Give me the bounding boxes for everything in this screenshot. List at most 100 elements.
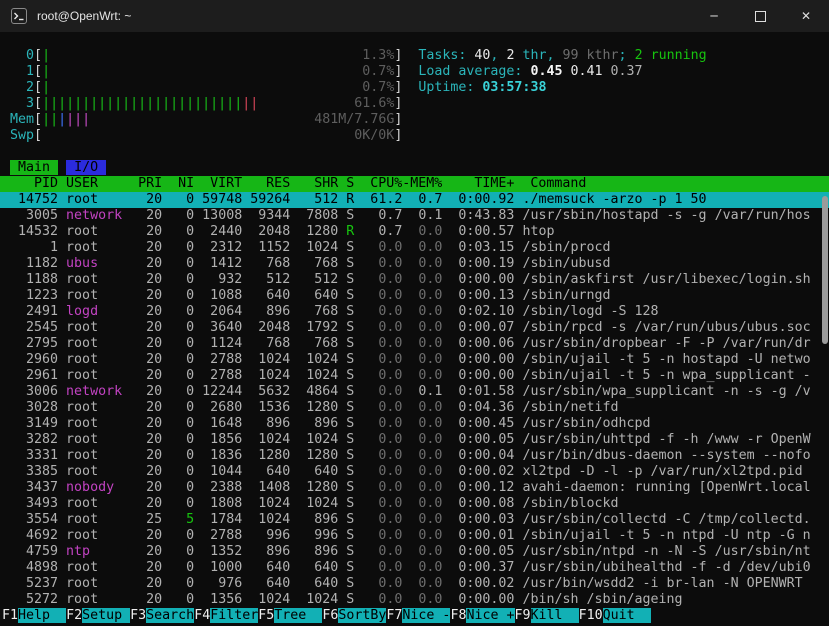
text	[58, 160, 66, 175]
meter-value: 481M/7.76G	[314, 112, 394, 127]
process-row-4759[interactable]: 4759 ntp 20 0 1352 896 896 S 0.0 0.0 0:0…	[0, 544, 829, 560]
text	[50, 64, 362, 79]
nice-cell: 0	[170, 592, 194, 607]
pid-cell: 5272	[2, 592, 66, 607]
text	[50, 48, 362, 63]
meter-bar: |||	[66, 112, 90, 127]
process-row-3005[interactable]: 3005 network 20 0 13008 9344 7808 S 0.7 …	[0, 208, 829, 224]
process-row-3385[interactable]: 3385 root 20 0 1044 640 640 S 0.0 0.0 0:…	[0, 464, 829, 480]
process-row-2795[interactable]: 2795 root 20 0 1124 768 768 S 0.0 0.0 0:…	[0, 336, 829, 352]
fkey-key: F4	[194, 608, 210, 623]
process-row-1188[interactable]: 1188 root 20 0 932 512 512 S 0.0 0.0 0:0…	[0, 272, 829, 288]
nice-cell: 5	[170, 512, 194, 527]
process-row-3493[interactable]: 3493 root 20 0 1808 1024 1024 S 0.0 0.0 …	[0, 496, 829, 512]
process-row-2491[interactable]: 2491 logd 20 0 2064 896 768 S 0.0 0.0 0:…	[0, 304, 829, 320]
fkey-key: F10	[579, 608, 603, 623]
tab-io[interactable]: I/O	[66, 160, 106, 175]
size-cells: 2064 896 768	[194, 304, 346, 319]
text	[2, 64, 26, 79]
process-row-1[interactable]: 1 root 20 0 2312 1152 1024 S 0.0 0.0 0:0…	[0, 240, 829, 256]
mem-pct-cell: 0.0	[402, 400, 442, 415]
size-cells: 2440 2048 1280	[194, 224, 346, 239]
user-cell: root	[66, 592, 138, 607]
command-cell: /sbin/askfirst /usr/libexec/login.sh	[522, 272, 810, 287]
process-row-3149[interactable]: 3149 root 20 0 1648 896 896 S 0.0 0.0 0:…	[0, 416, 829, 432]
fkey-f7[interactable]: F7Nice -	[386, 608, 450, 623]
fkey-f10[interactable]: F10Quit	[579, 608, 651, 623]
table-header[interactable]: PID USER PRI NI VIRT RES SHR S CPU%-MEM%…	[0, 176, 829, 192]
user-cell: root	[66, 416, 138, 431]
text	[2, 112, 10, 127]
pid-cell: 2795	[2, 336, 66, 351]
mem-pct-cell: 0.0	[402, 592, 442, 607]
process-row-3437[interactable]: 3437 nobody 20 0 2388 1408 1280 S 0.0 0.…	[0, 480, 829, 496]
fkey-f9[interactable]: F9Kill	[515, 608, 579, 623]
process-row-5237[interactable]: 5237 root 20 0 976 640 640 S 0.0 0.0 0:0…	[0, 576, 829, 592]
time-cell: 0:00.03	[442, 512, 522, 527]
process-row-14752[interactable]: 14752 root 20 0 59748 59264 512 R 61.2 0…	[0, 192, 829, 208]
minimize-button[interactable]: ─	[691, 0, 737, 32]
cpu-pct-cell: 0.0	[354, 432, 402, 447]
user-cell: root	[66, 400, 138, 415]
command-cell: ./memsuck -arzo -p 1 50	[522, 192, 706, 207]
fkey-f2[interactable]: F2Setup	[66, 608, 130, 623]
pri-cell: 20	[138, 480, 170, 495]
pri-cell: 20	[138, 464, 170, 479]
maximize-button[interactable]	[737, 0, 783, 32]
pri-cell: 20	[138, 448, 170, 463]
process-row-1223[interactable]: 1223 root 20 0 1088 640 640 S 0.0 0.0 0:…	[0, 288, 829, 304]
process-row-14532[interactable]: 14532 root 20 0 2440 2048 1280 R 0.7 0.0…	[0, 224, 829, 240]
user-cell: root	[66, 288, 138, 303]
close-button[interactable]: ✕	[783, 0, 829, 32]
cpu-meter-label: 1	[26, 64, 34, 79]
fkey-f4[interactable]: F4Filter	[194, 608, 258, 623]
pid-cell: 3437	[2, 480, 66, 495]
time-cell: 0:00.00	[442, 352, 522, 367]
time-cell: 0:00.19	[442, 256, 522, 271]
fkey-f1[interactable]: F1Help	[2, 608, 66, 623]
text	[2, 160, 10, 175]
time-cell: 0:00.02	[442, 464, 522, 479]
process-row-3282[interactable]: 3282 root 20 0 1856 1024 1024 S 0.0 0.0 …	[0, 432, 829, 448]
fkey-f5[interactable]: F5Tree	[258, 608, 322, 623]
time-cell: 0:00.00	[442, 368, 522, 383]
terminal[interactable]: 0[| 1.3%] Tasks: 40, 2 thr, 99 kthr; 2 r…	[0, 32, 829, 626]
pri-cell: 20	[138, 400, 170, 415]
size-cells: 1412 768 768	[194, 256, 346, 271]
process-row-3331[interactable]: 3331 root 20 0 1836 1280 1280 S 0.0 0.0 …	[0, 448, 829, 464]
process-row-2961[interactable]: 2961 root 20 0 2788 1024 1024 S 0.0 0.0 …	[0, 368, 829, 384]
command-cell: /usr/sbin/hostapd -s -g /var/run/hos	[522, 208, 810, 223]
mem-pct-cell: 0.0	[402, 352, 442, 367]
command-cell: xl2tpd -D -l -p /var/run/xl2tpd.pid	[522, 464, 802, 479]
fkey-f8[interactable]: F8Nice +	[450, 608, 514, 623]
pri-cell: 20	[138, 368, 170, 383]
fkey-f6[interactable]: F6SortBy	[322, 608, 386, 623]
pid-cell: 1182	[2, 256, 66, 271]
process-row-2960[interactable]: 2960 root 20 0 2788 1024 1024 S 0.0 0.0 …	[0, 352, 829, 368]
function-key-bar: F1Help F2Setup F3SearchF4FilterF5Tree F6…	[0, 608, 829, 624]
process-row-1182[interactable]: 1182 ubus 20 0 1412 768 768 S 0.0 0.0 0:…	[0, 256, 829, 272]
fkey-label: Tree	[274, 608, 322, 623]
size-cells: 1836 1280 1280	[194, 448, 346, 463]
fkey-f3[interactable]: F3Search	[130, 608, 194, 623]
process-row-3006[interactable]: 3006 network 20 0 12244 5632 4864 S 0.0 …	[0, 384, 829, 400]
process-row-3028[interactable]: 3028 root 20 0 2680 1536 1280 S 0.0 0.0 …	[0, 400, 829, 416]
cpu-meter-label: 0	[26, 48, 34, 63]
process-row-4898[interactable]: 4898 root 20 0 1000 640 640 S 0.0 0.0 0:…	[0, 560, 829, 576]
pid-cell: 3005	[2, 208, 66, 223]
text	[603, 64, 611, 79]
process-row-3554[interactable]: 3554 root 25 5 1784 1024 896 S 0.0 0.0 0…	[0, 512, 829, 528]
size-cells: 976 640 640	[194, 576, 346, 591]
meter-bar: ||	[42, 112, 58, 127]
window-title: root@OpenWrt: ~	[37, 9, 131, 23]
process-row-2545[interactable]: 2545 root 20 0 3640 2048 1792 S 0.0 0.0 …	[0, 320, 829, 336]
tab-main[interactable]: Main	[10, 160, 58, 175]
cpu-meter-3: 3[||||||||||||||||||||||||||| 61.6%]	[0, 96, 829, 112]
size-cells: 1124 768 768	[194, 336, 346, 351]
scrollbar-thumb[interactable]	[822, 196, 828, 344]
cpu-pct-cell: 0.0	[354, 368, 402, 383]
process-row-5272[interactable]: 5272 root 20 0 1356 1024 1024 S 0.0 0.0 …	[0, 592, 829, 608]
process-row-4692[interactable]: 4692 root 20 0 2788 996 996 S 0.0 0.0 0:…	[0, 528, 829, 544]
meter-bar: |	[42, 64, 50, 79]
text	[402, 64, 418, 79]
